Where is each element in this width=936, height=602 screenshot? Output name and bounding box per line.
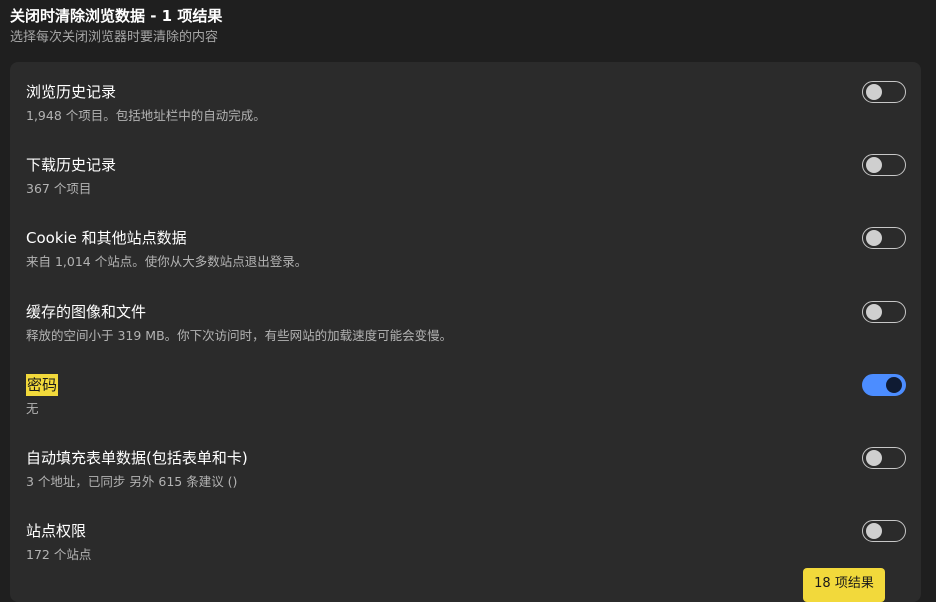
setting-label: 缓存的图像和文件 xyxy=(26,303,147,321)
setting-label: 下载历史记录 xyxy=(26,156,117,174)
toggle-knob xyxy=(886,377,902,393)
cookies-toggle[interactable] xyxy=(862,227,906,249)
setting-passwords: 密码 无 xyxy=(26,374,906,430)
setting-description: 来自 1,014 个站点。使你从大多数站点退出登录。 xyxy=(26,254,308,269)
toggle-knob xyxy=(866,157,882,173)
results-count-badge: 18 项结果 xyxy=(803,568,885,602)
setting-label: 浏览历史记录 xyxy=(26,83,117,101)
cached-images-toggle[interactable] xyxy=(862,301,906,323)
setting-description: 无 xyxy=(26,401,39,416)
site-permissions-toggle[interactable] xyxy=(862,520,906,542)
browsing-history-toggle[interactable] xyxy=(862,81,906,103)
setting-description: 1,948 个项目。包括地址栏中的自动完成。 xyxy=(26,108,266,123)
setting-autofill: 自动填充表单数据(包括表单和卡) 3 个地址，已同步 另外 615 条建议 () xyxy=(26,447,906,503)
setting-description: 172 个站点 xyxy=(26,547,92,562)
autofill-toggle[interactable] xyxy=(862,447,906,469)
setting-label: Cookie 和其他站点数据 xyxy=(26,229,187,247)
toggle-knob xyxy=(866,230,882,246)
toggle-knob xyxy=(866,450,882,466)
download-history-toggle[interactable] xyxy=(862,154,906,176)
setting-browsing-history: 浏览历史记录 1,948 个项目。包括地址栏中的自动完成。 xyxy=(26,81,906,137)
toggle-knob xyxy=(866,84,882,100)
setting-cached-images: 缓存的图像和文件 释放的空间小于 319 MB。你下次访问时，有些网站的加载速度… xyxy=(26,301,906,357)
setting-site-permissions: 站点权限 172 个站点 xyxy=(26,520,906,576)
setting-label: 密码 xyxy=(26,374,59,396)
setting-cookies: Cookie 和其他站点数据 来自 1,014 个站点。使你从大多数站点退出登录… xyxy=(26,227,906,283)
settings-panel: 浏览历史记录 1,948 个项目。包括地址栏中的自动完成。 下载历史记录 367… xyxy=(10,62,921,602)
page-header: 关闭时清除浏览数据 - 1 项结果 选择每次关闭浏览器时要清除的内容 xyxy=(10,6,222,48)
setting-download-history: 下载历史记录 367 个项目 xyxy=(26,154,906,210)
page-title: 关闭时清除浏览数据 - 1 项结果 xyxy=(10,7,223,25)
setting-description: 释放的空间小于 319 MB。你下次访问时，有些网站的加载速度可能会变慢。 xyxy=(26,328,453,343)
toggle-knob xyxy=(866,304,882,320)
setting-label: 站点权限 xyxy=(26,522,87,540)
setting-description: 367 个项目 xyxy=(26,181,92,196)
setting-description: 3 个地址，已同步 另外 615 条建议 () xyxy=(26,474,238,489)
passwords-toggle[interactable] xyxy=(862,374,906,396)
toggle-knob xyxy=(866,523,882,539)
page-subtitle: 选择每次关闭浏览器时要清除的内容 xyxy=(10,30,219,45)
setting-label: 自动填充表单数据(包括表单和卡) xyxy=(26,449,248,467)
